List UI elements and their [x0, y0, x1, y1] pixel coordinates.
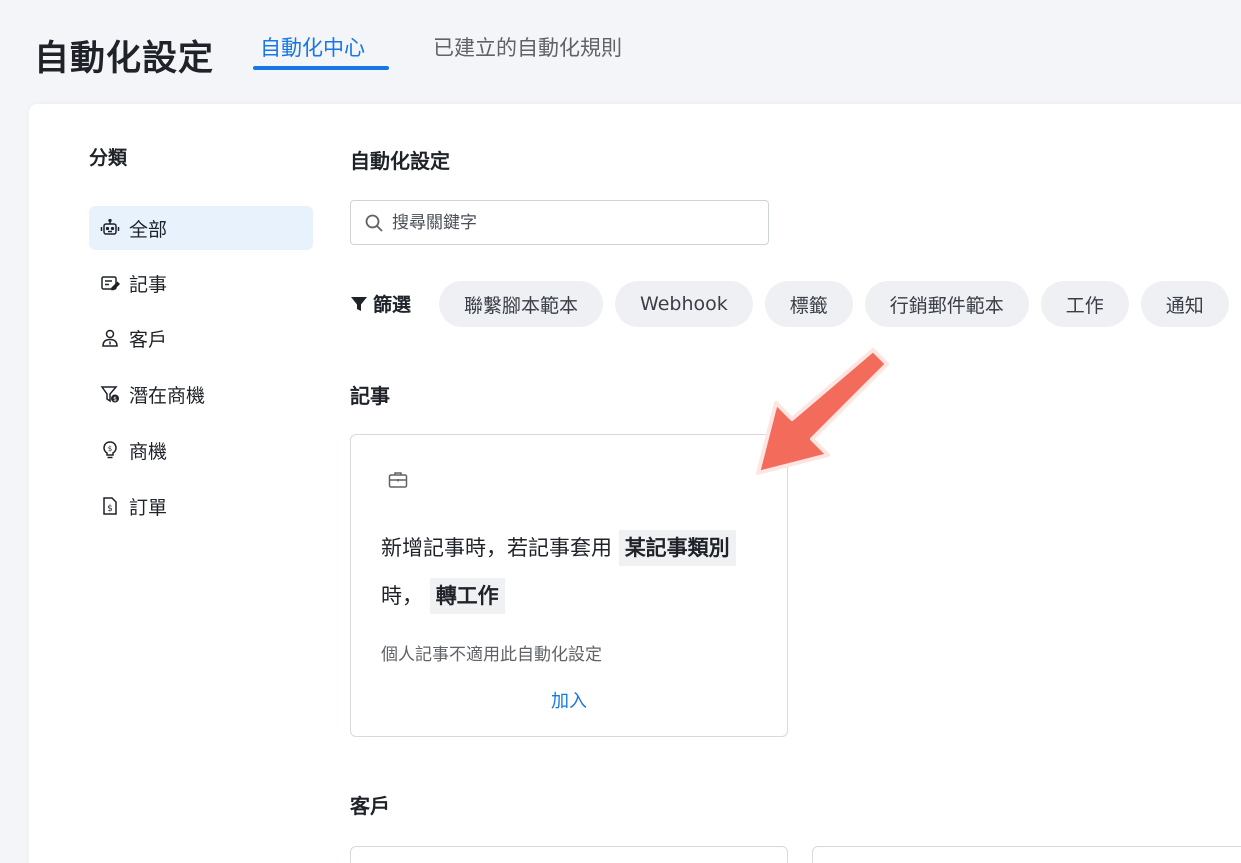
sidebar-item-orders[interactable]: $ 訂單: [89, 484, 313, 528]
filter-label[interactable]: 篩選: [350, 290, 411, 317]
sidebar-item-label: 記事: [129, 273, 168, 296]
filter-icon: [350, 295, 373, 313]
active-tab-indicator: [253, 66, 389, 70]
tab-automation-center[interactable]: 自動化中心: [260, 32, 365, 62]
section-title-customers: 客戶: [350, 794, 390, 818]
sidebar-item-label: 客戶: [129, 328, 168, 351]
filter-label-text: 篩選: [373, 294, 412, 316]
robot-icon: [99, 217, 121, 239]
svg-text:$: $: [108, 445, 112, 453]
filter-chip-notification[interactable]: 通知: [1140, 281, 1229, 327]
main-heading: 自動化設定: [350, 149, 450, 173]
sidebar-item-customers[interactable]: 客戶: [89, 316, 313, 360]
sidebar-item-leads[interactable]: $ 潛在商機: [89, 372, 313, 416]
automation-card: [812, 846, 1241, 863]
search-input[interactable]: [392, 212, 732, 233]
sidebar-item-opportunities[interactable]: $ 商機: [89, 428, 313, 472]
sidebar-item-all[interactable]: 全部: [89, 206, 313, 250]
customer-icon: [99, 327, 121, 349]
section-title-notes: 記事: [350, 384, 390, 408]
order-document-icon: $: [99, 495, 121, 517]
sidebar-item-notes[interactable]: 記事: [89, 261, 313, 305]
svg-text:$: $: [113, 396, 117, 403]
filter-chip-contact-script-template[interactable]: 聯繫腳本範本: [439, 281, 604, 327]
search-icon: [364, 213, 392, 233]
category-heading: 分類: [89, 147, 128, 169]
filter-chip-webhook[interactable]: Webhook: [615, 281, 753, 327]
tab-created-rules[interactable]: 已建立的自動化規則: [433, 32, 622, 62]
filter-chip-task[interactable]: 工作: [1040, 281, 1129, 327]
sidebar-item-label: 潛在商機: [129, 384, 206, 407]
funnel-dollar-icon: $: [99, 383, 121, 405]
description-text: 時，: [381, 584, 423, 608]
automation-card: 新增記事時，若記事套用 某記事類別 時， 轉工作 個人記事不適用此自動化設定 加…: [350, 434, 788, 737]
search-box[interactable]: [350, 200, 769, 245]
filter-chip-list: 聯繫腳本範本 Webhook 標籤 行銷郵件範本 工作 通知: [439, 281, 1241, 327]
svg-text:$: $: [107, 504, 113, 514]
briefcase-icon: [387, 469, 409, 491]
sidebar-item-label: 商機: [129, 440, 168, 463]
automation-description: 新增記事時，若記事套用 某記事類別 時， 轉工作: [381, 524, 761, 620]
lightbulb-dollar-icon: $: [99, 439, 121, 461]
filter-chip-marketing-email-template[interactable]: 行銷郵件範本: [864, 281, 1029, 327]
sidebar-item-label: 全部: [129, 218, 168, 241]
automation-card: [350, 846, 788, 863]
pointer-arrow-icon: [756, 348, 889, 475]
description-text: 新增記事時，若記事套用: [381, 536, 612, 560]
automation-note: 個人記事不適用此自動化設定: [381, 645, 602, 665]
note-category-placeholder: 某記事類別: [618, 530, 736, 566]
filter-chip-tag[interactable]: 標籤: [764, 281, 853, 327]
convert-to-task-action: 轉工作: [429, 578, 505, 614]
page-title: 自動化設定: [34, 39, 215, 79]
sidebar-item-label: 訂單: [129, 496, 168, 519]
add-automation-button[interactable]: 加入: [351, 687, 787, 713]
note-edit-icon: [99, 272, 121, 294]
top-bar: 自動化設定 自動化中心 已建立的自動化規則: [0, 0, 1241, 104]
